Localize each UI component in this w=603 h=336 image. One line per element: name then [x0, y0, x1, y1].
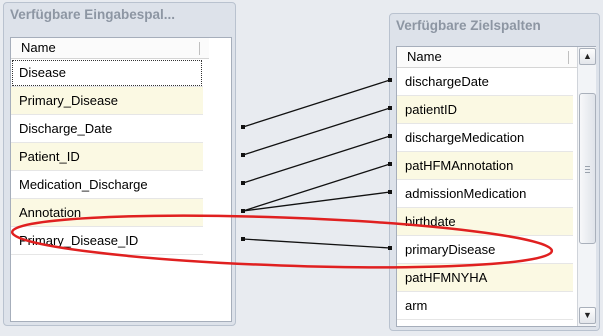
- source-connector-dot: [241, 181, 245, 185]
- source-connector-dot: [241, 237, 245, 241]
- target-connector-dot: [388, 78, 392, 82]
- source-connector-dot: [241, 153, 245, 157]
- mapping-line[interactable]: [242, 238, 391, 249]
- mapping-line[interactable]: [242, 191, 391, 212]
- mapping-line[interactable]: [242, 79, 391, 128]
- target-connector-dot: [388, 246, 392, 250]
- source-connector-dot: [241, 125, 245, 129]
- mapping-line[interactable]: [242, 107, 391, 156]
- source-connector-dot: [241, 209, 245, 213]
- mapping-line[interactable]: [242, 163, 391, 212]
- mapping-lines: [10, 78, 554, 269]
- target-connector-dot: [388, 162, 392, 166]
- mapping-line[interactable]: [242, 135, 391, 184]
- target-connector-dot: [388, 106, 392, 110]
- target-connector-dot: [388, 190, 392, 194]
- target-connector-dot: [388, 134, 392, 138]
